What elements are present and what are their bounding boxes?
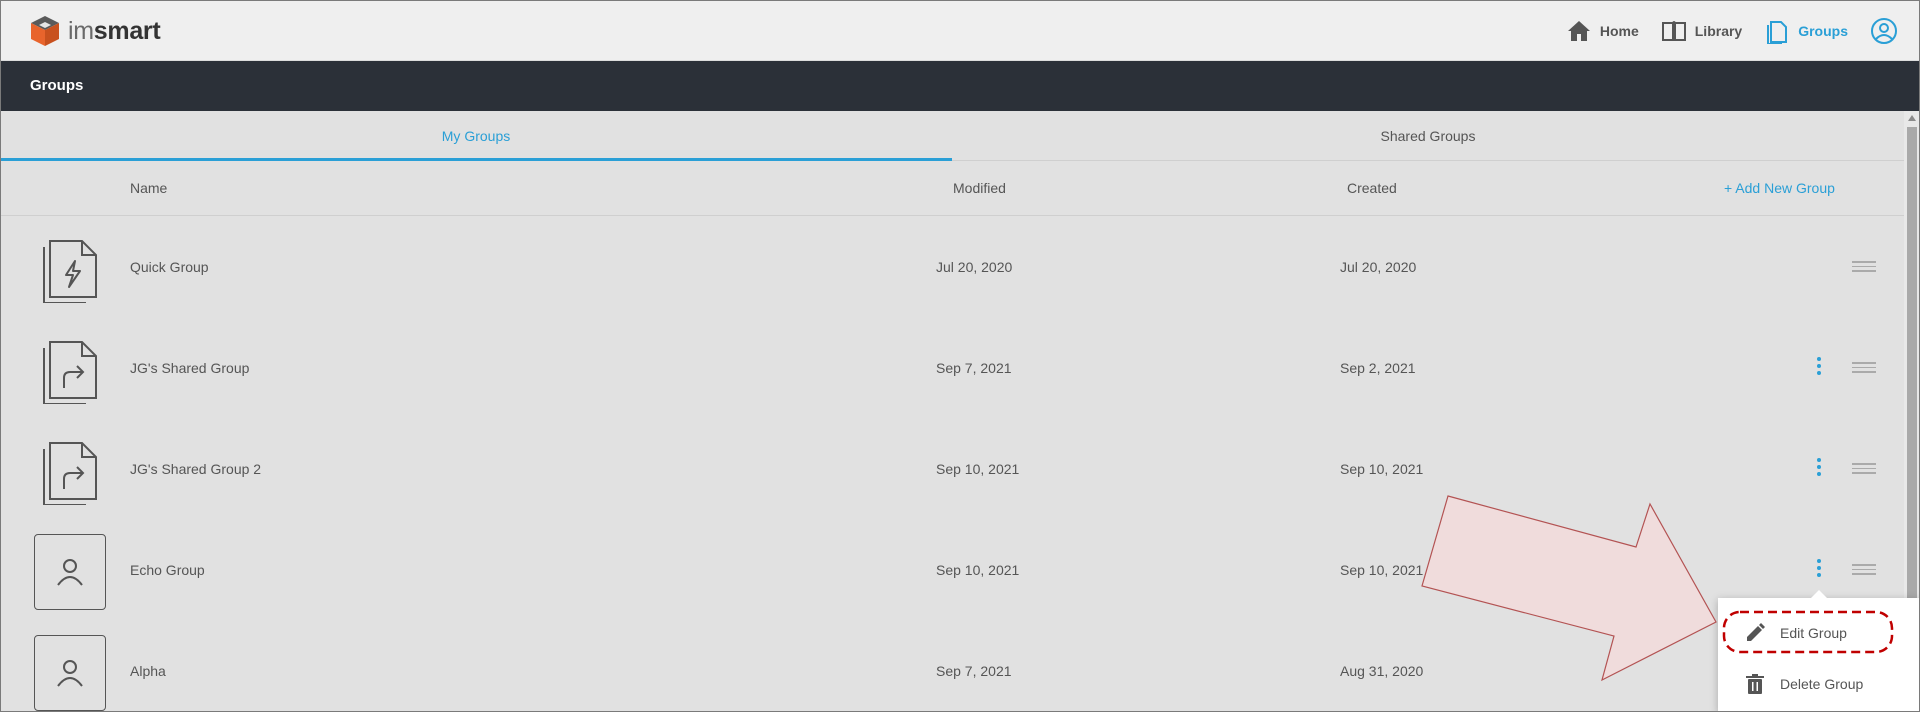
nav-groups-label: Groups: [1798, 22, 1848, 39]
group-name[interactable]: Quick Group: [130, 217, 209, 318]
user-circle-icon: [1871, 17, 1897, 44]
delete-group-menu-item[interactable]: Delete Group: [1718, 659, 1920, 709]
add-new-group-button[interactable]: + Add New Group: [1724, 161, 1835, 216]
table-header: Name Modified Created + Add New Group: [0, 161, 1904, 216]
nav-library[interactable]: Library: [1661, 18, 1742, 44]
trash-icon: [1746, 674, 1764, 694]
group-created: Jul 20, 2020: [1340, 259, 1417, 275]
drag-handle-icon[interactable]: [1852, 463, 1876, 475]
drag-handle-icon[interactable]: [1852, 564, 1876, 576]
edit-group-menu-item[interactable]: Edit Group: [1718, 608, 1920, 658]
app-logo[interactable]: imsmart: [28, 14, 161, 48]
shared-group-icon: [34, 332, 106, 405]
table-row[interactable]: JG's Shared Group 2 Sep 10, 2021 Sep 10,…: [0, 419, 1904, 520]
group-name[interactable]: Alpha: [130, 621, 166, 712]
nav-groups[interactable]: Groups: [1764, 18, 1848, 44]
group-created: Sep 10, 2021: [1340, 562, 1424, 578]
table-row[interactable]: Alpha Sep 7, 2021 Aug 31, 2020: [0, 621, 1904, 712]
groups-icon: [1767, 20, 1788, 44]
tab-my-groups[interactable]: My Groups: [0, 111, 952, 161]
table-row[interactable]: Quick Group Jul 20, 2020 Jul 20, 2020: [0, 217, 1904, 318]
group-created: Sep 2, 2021: [1340, 360, 1416, 376]
top-navbar: imsmart Home Library Groups: [0, 0, 1920, 61]
column-modified[interactable]: Modified: [953, 161, 1006, 216]
main-nav: Home Library Groups: [1544, 0, 1898, 61]
delete-group-label: Delete Group: [1780, 676, 1864, 692]
column-created[interactable]: Created: [1347, 161, 1397, 216]
logo-text: imsmart: [68, 16, 161, 45]
quick-group-icon: [34, 231, 106, 304]
nav-home-label: Home: [1599, 22, 1639, 39]
pencil-icon: [1747, 623, 1765, 641]
group-modified: Sep 10, 2021: [936, 461, 1020, 477]
page-title: Groups: [0, 61, 1920, 111]
nav-user-account[interactable]: [1870, 17, 1898, 45]
tab-bar: My Groups Shared Groups: [0, 111, 1904, 161]
group-modified: Sep 10, 2021: [936, 562, 1020, 578]
nav-home[interactable]: Home: [1566, 18, 1639, 44]
group-name[interactable]: JG's Shared Group 2: [130, 419, 261, 520]
group-modified: Sep 7, 2021: [936, 663, 1012, 679]
group-modified: Jul 20, 2020: [936, 259, 1013, 275]
group-created: Sep 10, 2021: [1340, 461, 1424, 477]
table-row[interactable]: JG's Shared Group Sep 7, 2021 Sep 2, 202…: [0, 318, 1904, 419]
person-icon: [34, 534, 106, 610]
drag-handle-icon[interactable]: [1852, 261, 1876, 273]
group-created: Aug 31, 2020: [1340, 663, 1424, 679]
more-options-icon[interactable]: [1813, 458, 1825, 480]
more-options-icon[interactable]: [1813, 357, 1825, 379]
book-icon: [1661, 20, 1686, 41]
table-row[interactable]: Echo Group Sep 10, 2021 Sep 10, 2021: [0, 520, 1904, 621]
group-name[interactable]: JG's Shared Group: [130, 318, 249, 419]
logo-cube-icon: [31, 16, 59, 46]
shared-group-icon: [34, 433, 106, 506]
more-options-icon[interactable]: [1813, 559, 1825, 581]
tab-shared-groups[interactable]: Shared Groups: [952, 111, 1904, 161]
edit-group-label: Edit Group: [1780, 625, 1847, 641]
scroll-up-icon[interactable]: [1908, 115, 1916, 121]
drag-handle-icon[interactable]: [1852, 362, 1876, 374]
group-context-menu: Edit Group Delete Group: [1718, 590, 1920, 712]
person-icon: [34, 635, 106, 711]
home-icon: [1567, 20, 1590, 41]
column-name[interactable]: Name: [130, 161, 167, 216]
nav-library-label: Library: [1694, 22, 1743, 39]
group-modified: Sep 7, 2021: [936, 360, 1012, 376]
group-name[interactable]: Echo Group: [130, 520, 205, 621]
groups-panel: My Groups Shared Groups Name Modified Cr…: [0, 111, 1904, 712]
